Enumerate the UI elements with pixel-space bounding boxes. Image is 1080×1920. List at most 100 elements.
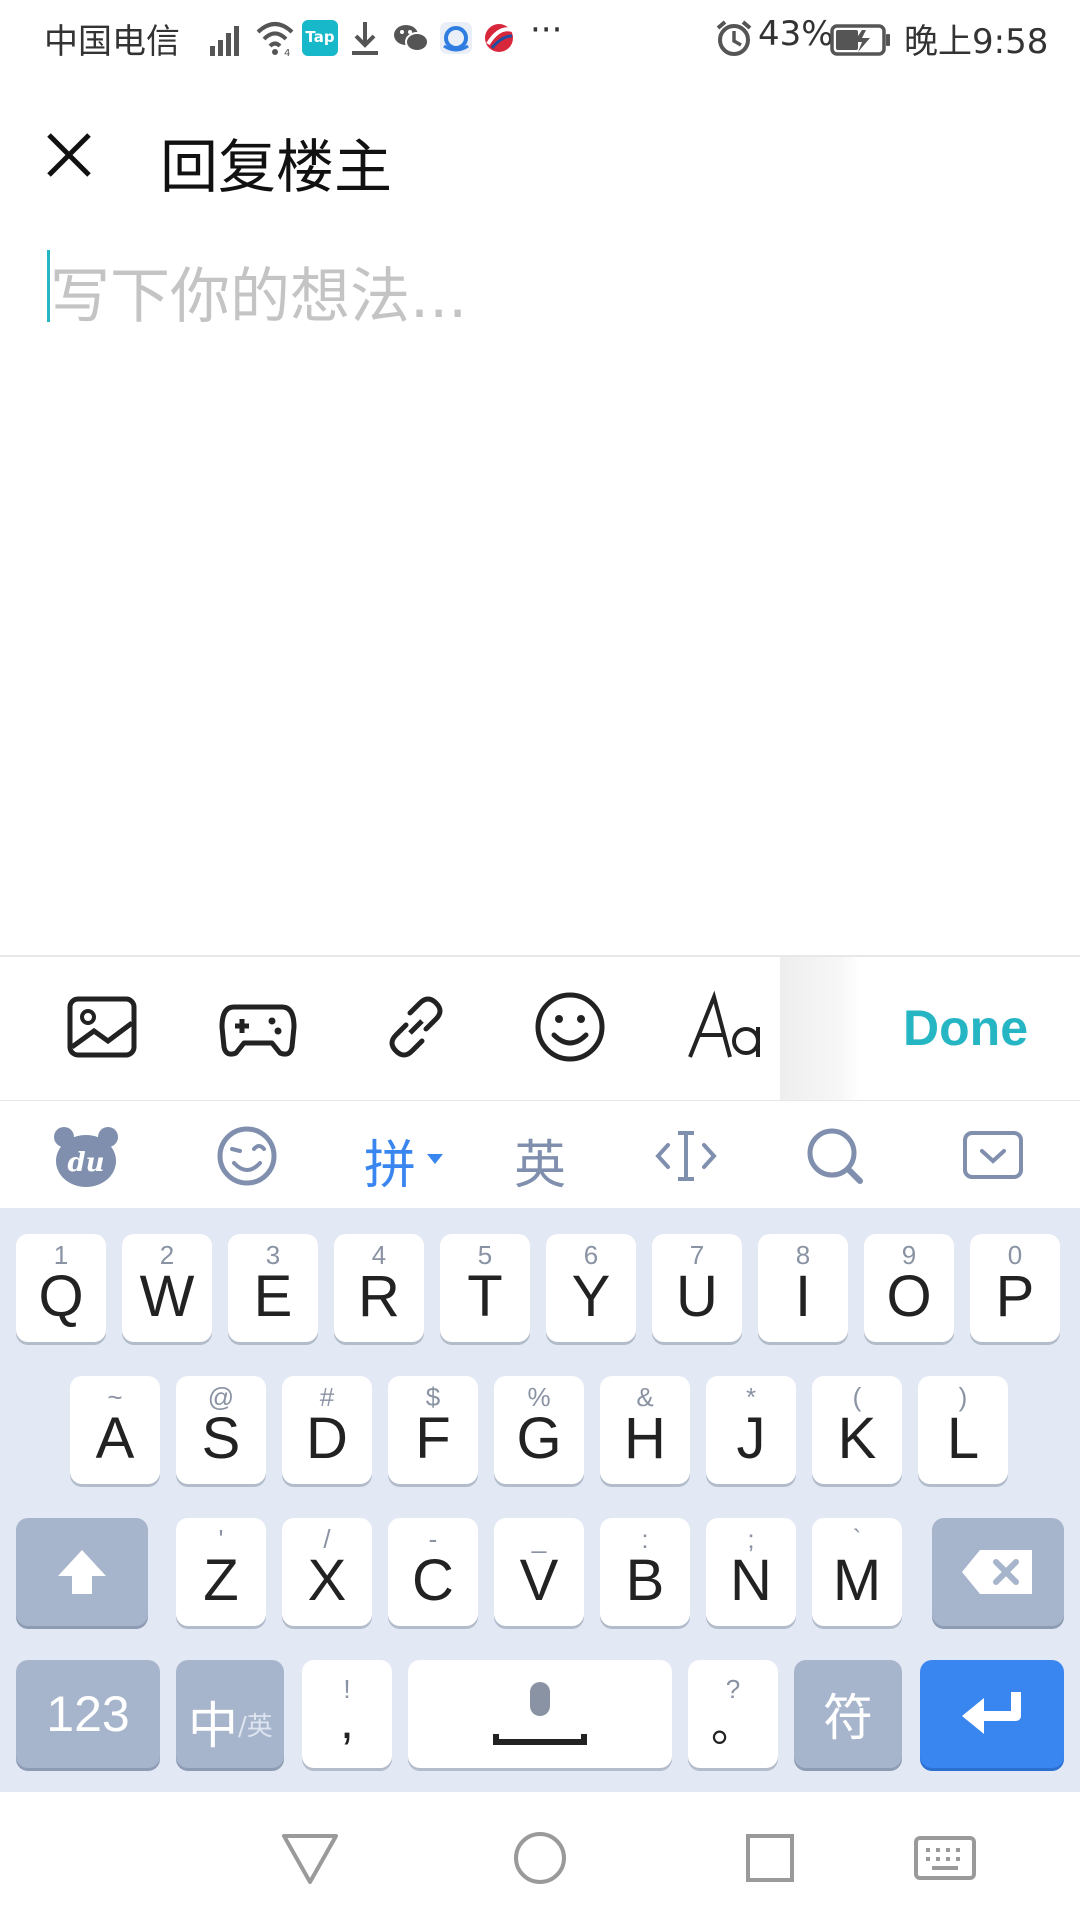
key-f[interactable]: $ F <box>388 1376 478 1484</box>
hide-keyboard-icon[interactable] <box>960 1123 1026 1189</box>
keyboard-switch-icon[interactable] <box>912 1826 978 1890</box>
key-y[interactable]: 6Y <box>546 1234 636 1342</box>
key-label: X <box>307 1548 347 1613</box>
key-label: O <box>886 1264 932 1329</box>
ime-pinyin-mode[interactable]: 拼 <box>364 1123 416 1198</box>
key-v[interactable]: _ V <box>494 1518 584 1626</box>
back-triangle-icon[interactable] <box>278 1826 342 1890</box>
wifi-icon: 4 <box>256 22 294 58</box>
key-label: P <box>995 1264 1035 1329</box>
numbers-key-label: 123 <box>46 1686 130 1742</box>
key-c[interactable]: -C <box>388 1518 478 1626</box>
browser-app-icon <box>440 22 472 54</box>
ime-emoji-icon[interactable] <box>214 1123 280 1189</box>
key-label: A <box>95 1406 135 1471</box>
key-label: B <box>625 1548 665 1613</box>
key-label: S <box>201 1406 241 1471</box>
key-x[interactable]: / X <box>282 1518 372 1626</box>
key-w[interactable]: 2W <box>122 1234 212 1342</box>
link-icon[interactable] <box>376 987 456 1067</box>
baidu-ime-logo-icon[interactable]: du <box>52 1123 120 1189</box>
symbols-key-label: 符 <box>823 1690 873 1746</box>
key-s[interactable]: @ S <box>176 1376 266 1484</box>
key-label: H <box>624 1406 666 1471</box>
key-k[interactable]: (K <box>812 1376 902 1484</box>
key-label: Z <box>203 1548 239 1613</box>
key-label: I <box>794 1264 812 1329</box>
numbers-key[interactable]: 123 <box>16 1660 160 1768</box>
ime-toolbar: du 拼 英 <box>0 1100 1080 1209</box>
reply-text-area[interactable]: 写下你的想法... <box>40 240 1040 940</box>
close-icon[interactable] <box>44 130 94 180</box>
reply-header: 回复楼主 <box>0 80 1080 230</box>
ime-english-mode[interactable]: 英 <box>514 1123 566 1198</box>
download-icon <box>352 22 378 55</box>
key-label: G <box>516 1406 562 1471</box>
key-label: W <box>139 1264 195 1329</box>
key-z[interactable]: ' Z <box>176 1518 266 1626</box>
key-r[interactable]: 4R <box>334 1234 424 1342</box>
battery-percent: 43% <box>758 14 834 54</box>
text-format-icon[interactable] <box>686 987 766 1067</box>
key-g[interactable]: % G <box>494 1376 584 1484</box>
key-label: U <box>676 1264 718 1329</box>
english-mode-sub-label: /英 <box>238 1712 273 1742</box>
key-label: , <box>340 1693 354 1749</box>
shift-arrow-icon <box>58 1550 106 1594</box>
alarm-icon <box>716 20 752 56</box>
key-label: Q <box>38 1264 84 1329</box>
done-button[interactable]: Done <box>903 999 1028 1057</box>
key-label: V <box>519 1548 559 1613</box>
ime-search-icon[interactable] <box>802 1123 868 1189</box>
key-d[interactable]: # D <box>282 1376 372 1484</box>
space-key[interactable] <box>408 1660 672 1768</box>
key-j[interactable]: * J <box>706 1376 796 1484</box>
svg-text:4: 4 <box>284 48 290 58</box>
key-m[interactable]: ` M <box>812 1518 902 1626</box>
shift-key[interactable] <box>16 1518 148 1626</box>
language-switch-key[interactable]: 中 /英 <box>176 1660 284 1768</box>
key-label: C <box>412 1548 454 1613</box>
key-label: J <box>736 1406 766 1471</box>
key-b[interactable]: :B <box>600 1518 690 1626</box>
emoji-icon[interactable] <box>530 987 610 1067</box>
gamepad-icon[interactable] <box>218 987 298 1067</box>
key-i[interactable]: 8I <box>758 1234 848 1342</box>
caret-down-icon <box>427 1154 443 1164</box>
comma-key[interactable]: ! , <box>302 1660 392 1768</box>
key-a[interactable]: ~ A <box>70 1376 160 1484</box>
enter-key[interactable] <box>920 1660 1064 1768</box>
key-q[interactable]: 1Q <box>16 1234 106 1342</box>
key-h[interactable]: & H <box>600 1376 690 1484</box>
backspace-icon <box>962 1550 1032 1594</box>
recents-square-icon[interactable] <box>738 1826 802 1890</box>
editor-placeholder: 写下你的想法... <box>50 262 468 332</box>
symbols-key[interactable]: 符 <box>794 1660 902 1768</box>
editor-toolbar: Done <box>0 955 1080 1102</box>
key-label: E <box>253 1264 293 1329</box>
key-label: Y <box>571 1264 611 1329</box>
key-label: D <box>306 1406 348 1471</box>
taptap-app-icon: Tap <box>302 20 338 56</box>
battery-charging-icon <box>830 24 890 56</box>
key-e[interactable]: 3E <box>228 1234 318 1342</box>
key-o[interactable]: 9O <box>864 1234 954 1342</box>
key-l[interactable]: ) L <box>918 1376 1008 1484</box>
status-bar: 中国电信 4 Tap ··· 43% 晚上9:58 <box>0 0 1080 76</box>
backspace-key[interactable] <box>932 1518 1064 1626</box>
period-key[interactable]: ? 。 <box>688 1660 778 1768</box>
home-circle-icon[interactable] <box>508 1826 572 1890</box>
cursor-move-icon[interactable] <box>654 1123 718 1189</box>
system-nav-bar <box>0 1792 1080 1920</box>
image-icon[interactable] <box>62 987 142 1067</box>
key-t[interactable]: 5T <box>440 1234 530 1342</box>
key-label: T <box>467 1264 503 1329</box>
carrier-name: 中国电信 <box>44 22 180 62</box>
key-n[interactable]: ; N <box>706 1518 796 1626</box>
key-label: N <box>730 1548 772 1613</box>
airline-app-icon <box>485 24 513 52</box>
key-label: 。 <box>711 1702 755 1751</box>
key-u[interactable]: 7U <box>652 1234 742 1342</box>
key-label: K <box>837 1406 877 1471</box>
key-p[interactable]: 0P <box>970 1234 1060 1342</box>
